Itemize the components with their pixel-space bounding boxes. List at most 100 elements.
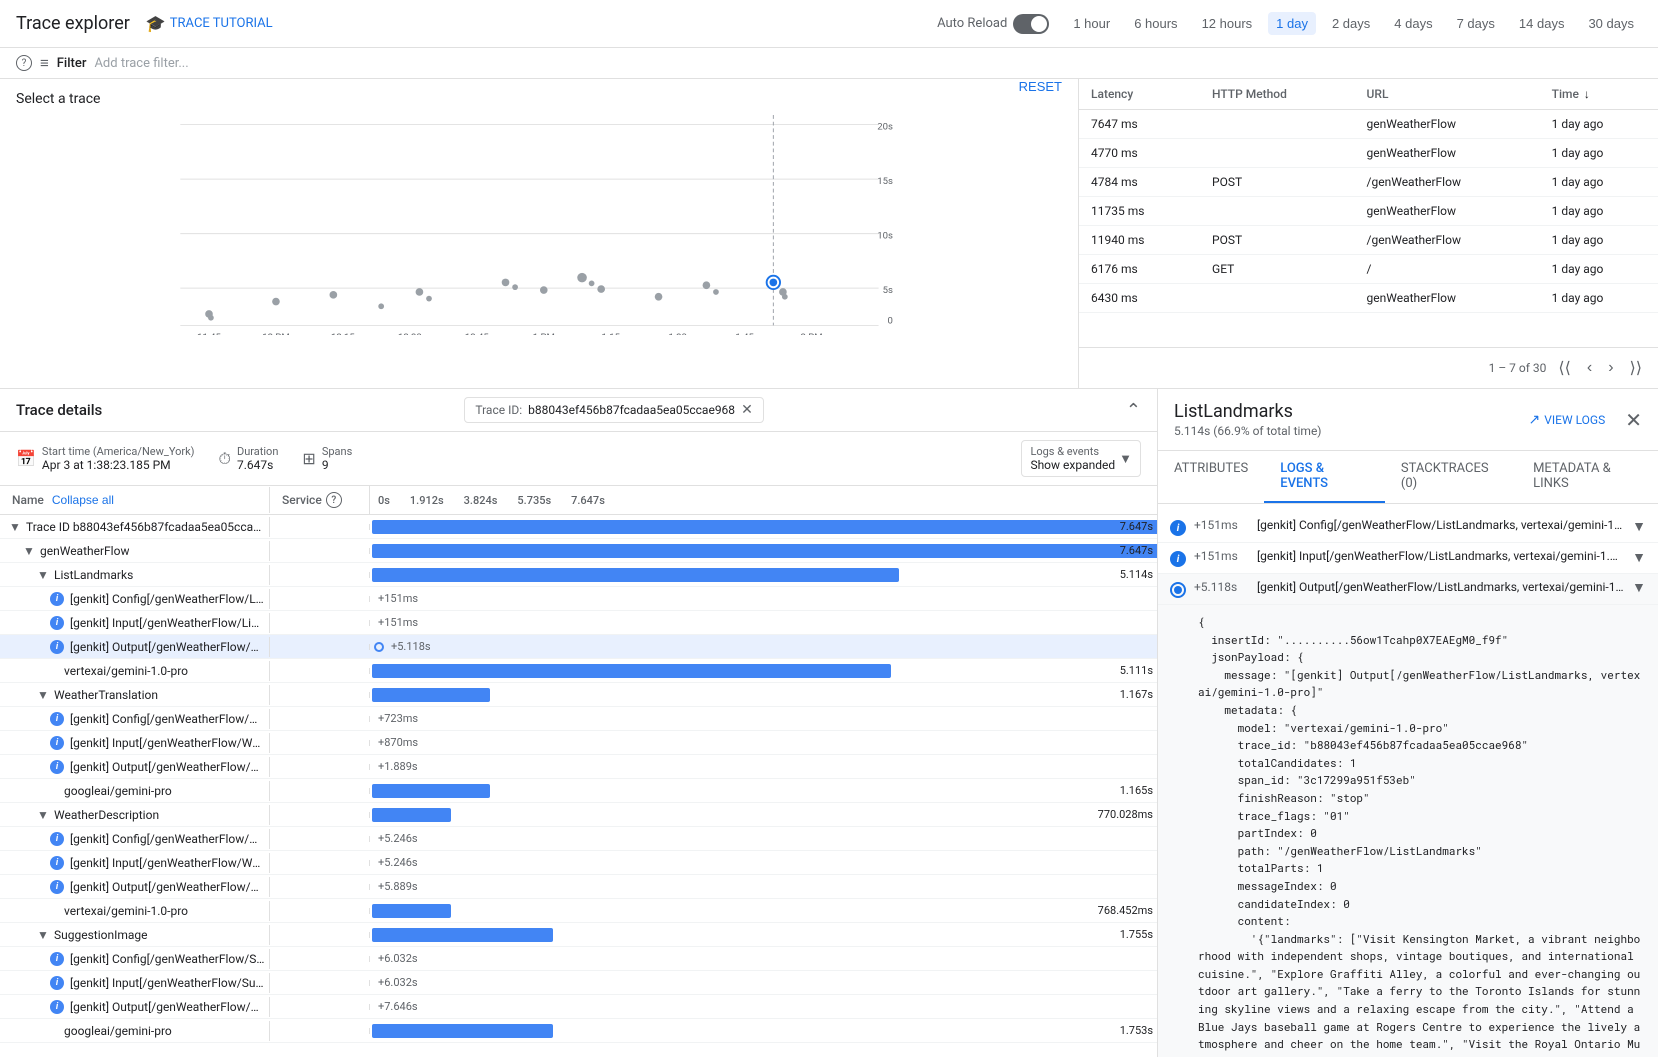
last-page-btn[interactable]: ⟩⟩ bbox=[1626, 356, 1646, 380]
time-4d[interactable]: 4 days bbox=[1386, 12, 1440, 35]
span-bar-cell: +151ms bbox=[370, 589, 1157, 608]
table-row[interactable]: 4784 ms POST /genWeatherFlow 1 day ago bbox=[1079, 168, 1658, 197]
span-row[interactable]: i[genkit] Output[/genWeatherFlow/ListLan… bbox=[0, 635, 1157, 659]
span-bar-cell: +6.032s bbox=[370, 949, 1157, 968]
auto-reload: Auto Reload bbox=[937, 14, 1049, 34]
expand-icon[interactable]: ▼ bbox=[36, 688, 50, 702]
log-icon[interactable]: i bbox=[1170, 551, 1186, 567]
span-bar-cell: 7.647s bbox=[370, 524, 1157, 530]
span-service-cell bbox=[270, 572, 370, 578]
span-service-cell bbox=[270, 860, 370, 866]
log-expand-icon[interactable]: ▼ bbox=[1632, 549, 1646, 566]
log-entry[interactable]: +5.118s [genkit] Output[/genWeatherFlow/… bbox=[1158, 574, 1658, 605]
log-entry[interactable]: i +151ms [genkit] Config[/genWeatherFlow… bbox=[1158, 512, 1658, 543]
next-page-btn[interactable]: › bbox=[1604, 357, 1617, 379]
table-row[interactable]: 6176 ms GET / 1 day ago bbox=[1079, 255, 1658, 284]
prev-page-btn[interactable]: ‹ bbox=[1583, 357, 1596, 379]
span-row[interactable]: i[genkit] Input[/genWeatherFlow/WeatherT… bbox=[0, 731, 1157, 755]
span-name-cell: i[genkit] Input[/genWeatherFlow/WeatherT… bbox=[0, 733, 270, 753]
trace-chart[interactable]: 20s 15s 10s 5s 0 bbox=[16, 115, 1062, 335]
log-expanded-icon[interactable] bbox=[1170, 582, 1186, 598]
col-time[interactable]: Time ↓ bbox=[1540, 79, 1658, 110]
span-duration-label: 5.111s bbox=[1120, 664, 1153, 677]
time-marker: 0s bbox=[378, 494, 390, 507]
span-row[interactable]: i[genkit] Config[/genWeatherFlow/Weather… bbox=[0, 827, 1157, 851]
table-row[interactable]: 4770 ms genWeatherFlow 1 day ago bbox=[1079, 139, 1658, 168]
expand-icon[interactable]: ▼ bbox=[8, 520, 22, 534]
span-row[interactable]: i[genkit] Config[/genWeatherFlow/Suggest… bbox=[0, 947, 1157, 971]
span-duration-label: 1.165s bbox=[1120, 784, 1153, 797]
time-12h[interactable]: 12 hours bbox=[1194, 12, 1261, 35]
right-panel-tab[interactable]: METADATA & LINKS bbox=[1517, 451, 1658, 503]
span-row[interactable]: i[genkit] Input[/genWeatherFlow/WeatherD… bbox=[0, 851, 1157, 875]
span-bar bbox=[372, 544, 1157, 558]
time-controls: Auto Reload 1 hour 6 hours 12 hours 1 da… bbox=[937, 12, 1642, 35]
span-row[interactable]: googleai/gemini-pro 1.165s bbox=[0, 779, 1157, 803]
span-row[interactable]: i[genkit] Input[/genWeatherFlow/Suggesti… bbox=[0, 971, 1157, 995]
span-bar-cell: +870ms bbox=[370, 733, 1157, 752]
table-row[interactable]: 11735 ms genWeatherFlow 1 day ago bbox=[1079, 197, 1658, 226]
logs-events-dropdown[interactable]: Logs & events Show expanded ▼ bbox=[1021, 440, 1141, 477]
log-expand-icon[interactable]: ▲ bbox=[1632, 580, 1646, 597]
time-1d[interactable]: 1 day bbox=[1268, 12, 1316, 35]
col-timeline-header: 0s1.912s3.824s5.735s7.647s bbox=[370, 488, 1157, 513]
right-panel-tab[interactable]: LOGS & EVENTS bbox=[1264, 451, 1385, 503]
col-name-header: Name Collapse all bbox=[0, 487, 270, 513]
span-row[interactable]: ▼Trace ID b88043ef456b87fcadaa5ea05ccae9… bbox=[0, 515, 1157, 539]
span-duration-label: 5.114s bbox=[1120, 568, 1153, 581]
span-bar-cell: 1.167s bbox=[370, 692, 1157, 698]
span-row[interactable]: ▼SuggestionImage 1.755s bbox=[0, 923, 1157, 947]
log-icon[interactable]: i bbox=[1170, 520, 1186, 536]
span-row[interactable]: i[genkit] Input[/genWeatherFlow/ListLand… bbox=[0, 611, 1157, 635]
service-help-icon[interactable]: ? bbox=[326, 492, 342, 508]
time-marker: 3.824s bbox=[464, 494, 498, 507]
trace-id-close[interactable]: ✕ bbox=[741, 402, 753, 418]
expand-icon[interactable]: ▼ bbox=[22, 544, 36, 558]
time-7d[interactable]: 7 days bbox=[1449, 12, 1503, 35]
log-entry[interactable]: i +151ms [genkit] Input[/genWeatherFlow/… bbox=[1158, 543, 1658, 574]
expand-icon[interactable]: ▼ bbox=[36, 568, 50, 582]
help-icon[interactable]: ? bbox=[16, 55, 32, 71]
span-row[interactable]: i[genkit] Output[/genWeatherFlow/Weather… bbox=[0, 875, 1157, 899]
time-6h[interactable]: 6 hours bbox=[1126, 12, 1185, 35]
span-row[interactable]: i[genkit] Config[/genWeatherFlow/Weather… bbox=[0, 707, 1157, 731]
duration-value: 7.647s bbox=[237, 458, 278, 472]
span-row[interactable]: i[genkit] Output[/genWeatherFlow/Suggest… bbox=[0, 995, 1157, 1019]
table-row[interactable]: 11940 ms POST /genWeatherFlow 1 day ago bbox=[1079, 226, 1658, 255]
log-expand-icon[interactable]: ▼ bbox=[1632, 518, 1646, 535]
collapse-all-button[interactable]: Collapse all bbox=[52, 493, 114, 507]
right-panel-tab[interactable]: ATTRIBUTES bbox=[1158, 451, 1264, 503]
span-row[interactable]: vertexai/gemini-1.0-pro 768.452ms bbox=[0, 899, 1157, 923]
time-1h[interactable]: 1 hour bbox=[1065, 12, 1118, 35]
time-14d[interactable]: 14 days bbox=[1511, 12, 1573, 35]
latency-cell: 11940 ms bbox=[1079, 226, 1200, 255]
trace-tutorial-link[interactable]: 🎓 TRACE TUTORIAL bbox=[146, 14, 273, 33]
time-2d[interactable]: 2 days bbox=[1324, 12, 1378, 35]
span-time-label: +870ms bbox=[374, 736, 418, 749]
table-row[interactable]: 7647 ms genWeatherFlow 1 day ago bbox=[1079, 110, 1658, 139]
span-row[interactable]: i[genkit] Config[/genWeatherFlow/ListLan… bbox=[0, 587, 1157, 611]
span-row[interactable]: ▼WeatherDescription 770.028ms bbox=[0, 803, 1157, 827]
svg-text:10s: 10s bbox=[877, 230, 893, 241]
auto-reload-toggle[interactable] bbox=[1013, 14, 1049, 34]
view-logs-link[interactable]: ↗ VIEW LOGS bbox=[1529, 412, 1606, 428]
span-name: [genkit] Input[/genWeatherFlow/WeatherDe… bbox=[70, 856, 265, 870]
span-row[interactable]: googleai/gemini-pro 1.753s bbox=[0, 1019, 1157, 1043]
span-row[interactable]: ▼ListLandmarks 5.114s bbox=[0, 563, 1157, 587]
span-row[interactable]: ▼genWeatherFlow 7.647s bbox=[0, 539, 1157, 563]
expand-icon[interactable]: ▼ bbox=[36, 808, 50, 822]
right-panel-tab[interactable]: STACKTRACES (0) bbox=[1385, 451, 1517, 503]
first-page-btn[interactable]: ⟨⟨ bbox=[1554, 356, 1574, 380]
span-bar-cell: 768.452ms bbox=[370, 908, 1157, 914]
reset-button[interactable]: RESET bbox=[1019, 79, 1062, 94]
table-row[interactable]: 6430 ms genWeatherFlow 1 day ago bbox=[1079, 284, 1658, 313]
span-bar-cell: +6.032s bbox=[370, 973, 1157, 992]
filter-placeholder[interactable]: Add trace filter... bbox=[94, 56, 188, 71]
expand-icon[interactable]: ▼ bbox=[36, 928, 50, 942]
span-row[interactable]: ▼WeatherTranslation 1.167s bbox=[0, 683, 1157, 707]
collapse-panel-icon[interactable]: ⌃ bbox=[1126, 400, 1141, 421]
span-row[interactable]: i[genkit] Output[/genWeatherFlow/Weather… bbox=[0, 755, 1157, 779]
span-row[interactable]: vertexai/gemini-1.0-pro 5.111s bbox=[0, 659, 1157, 683]
time-30d[interactable]: 30 days bbox=[1580, 12, 1642, 35]
right-panel-close[interactable]: ✕ bbox=[1625, 408, 1642, 432]
